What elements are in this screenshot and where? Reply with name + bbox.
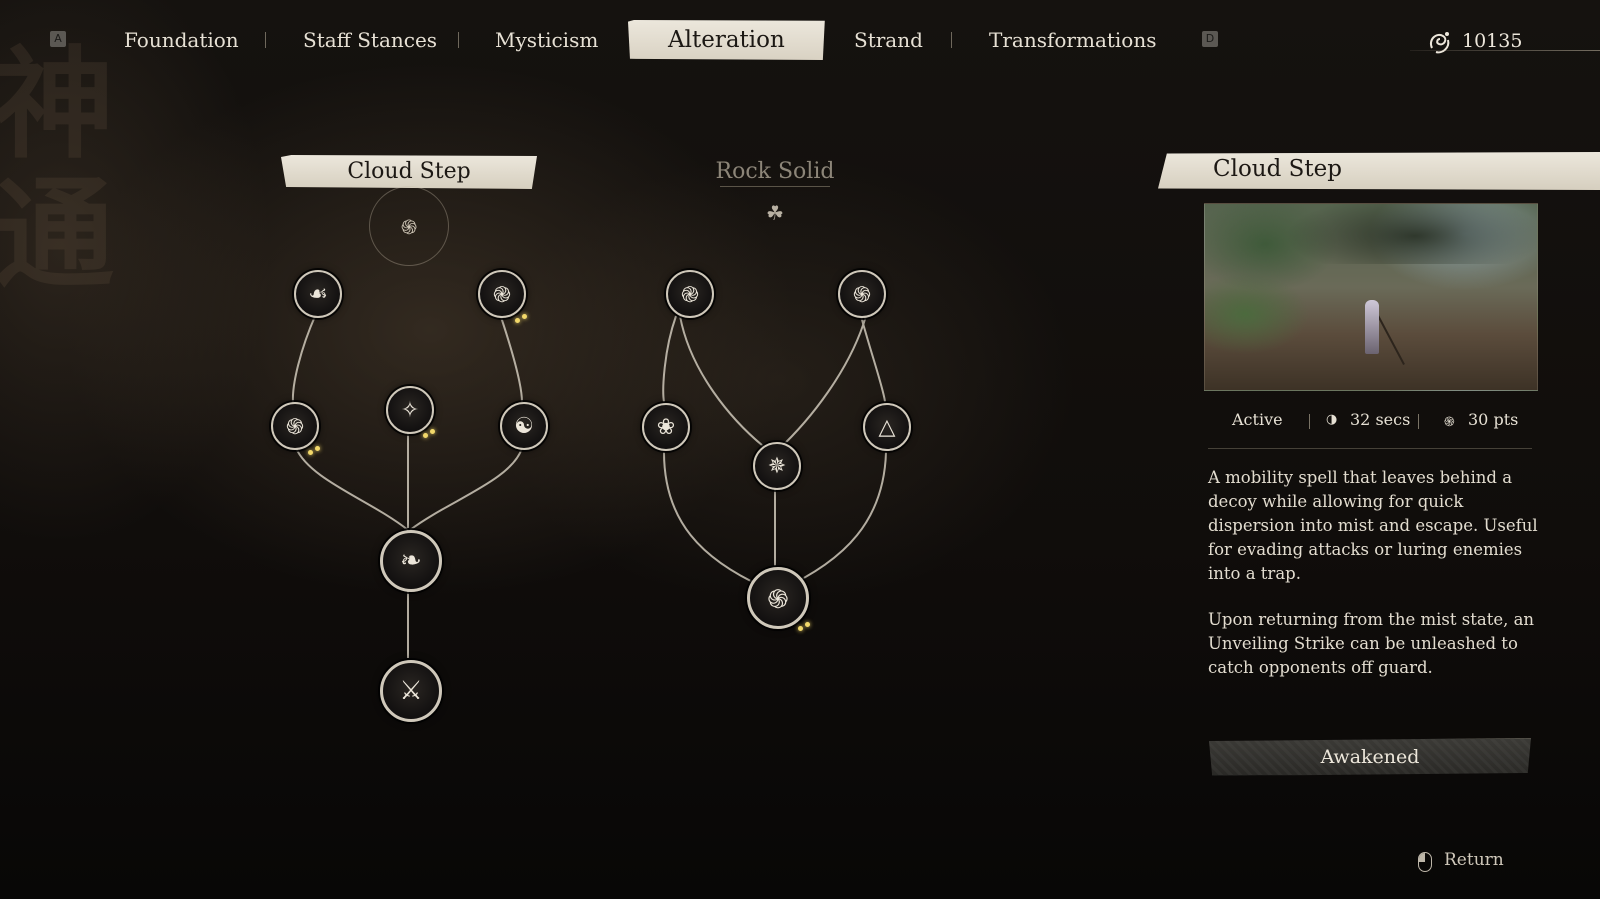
skill-node-icon[interactable]: ֎: [478, 270, 526, 318]
skill-node-icon[interactable]: ֍: [271, 402, 319, 450]
progress-dots: [515, 314, 529, 324]
skill-node-icon[interactable]: ☯: [500, 402, 548, 450]
mana-swirl-icon: ֍: [1444, 415, 1455, 430]
skill-node-icon[interactable]: ✵: [753, 442, 801, 490]
skill-stats: Active ◑ 32 secs ֍ 30 pts: [1204, 410, 1536, 434]
tree-title-underline: [720, 186, 830, 187]
stat-separator: [1418, 414, 1419, 429]
skill-node-icon[interactable]: △: [863, 403, 911, 451]
skill-node-icon[interactable]: ❧: [380, 530, 442, 592]
skill-node-icon[interactable]: ❀: [642, 403, 690, 451]
progress-dots: [423, 429, 437, 439]
tree-title-rock-solid[interactable]: Rock Solid: [655, 155, 895, 189]
awakened-button[interactable]: Awakened: [1209, 738, 1531, 776]
skill-description-extra: Upon returning from the mist state, an U…: [1208, 610, 1535, 677]
skill-node-icon[interactable]: ✧: [386, 386, 434, 434]
skill-cooldown: 32 secs: [1350, 410, 1411, 429]
return-label: Return: [1444, 850, 1504, 870]
progress-dots: [798, 622, 812, 632]
tree-title-cloud-step[interactable]: Cloud Step: [281, 155, 537, 189]
moon-timer-icon: ◑: [1326, 412, 1338, 427]
preview-character: [1365, 300, 1379, 354]
mouse-icon: [1418, 852, 1432, 872]
detail-title: Cloud Step: [1213, 156, 1342, 182]
skill-preview-image: [1204, 203, 1538, 391]
preview-tree-canopy: [1285, 204, 1537, 264]
skill-node-icon[interactable]: ֍: [747, 567, 809, 629]
skill-cost: 30 pts: [1468, 410, 1519, 429]
progress-dots: [308, 446, 322, 456]
skill-node-icon[interactable]: ⚔: [380, 660, 442, 722]
skill-type: Active: [1232, 410, 1283, 429]
skill-node-icon[interactable]: ☙: [294, 270, 342, 318]
stat-separator: [1309, 414, 1310, 429]
detail-divider: [1208, 448, 1532, 449]
cloud-swirl-icon[interactable]: ֍: [369, 186, 449, 266]
skill-description: A mobility spell that leaves behind a de…: [1208, 468, 1538, 583]
triple-knot-icon[interactable]: ☘: [762, 200, 788, 226]
skill-node-icon[interactable]: ֍: [838, 270, 886, 318]
skill-node-icon[interactable]: ֎: [666, 270, 714, 318]
